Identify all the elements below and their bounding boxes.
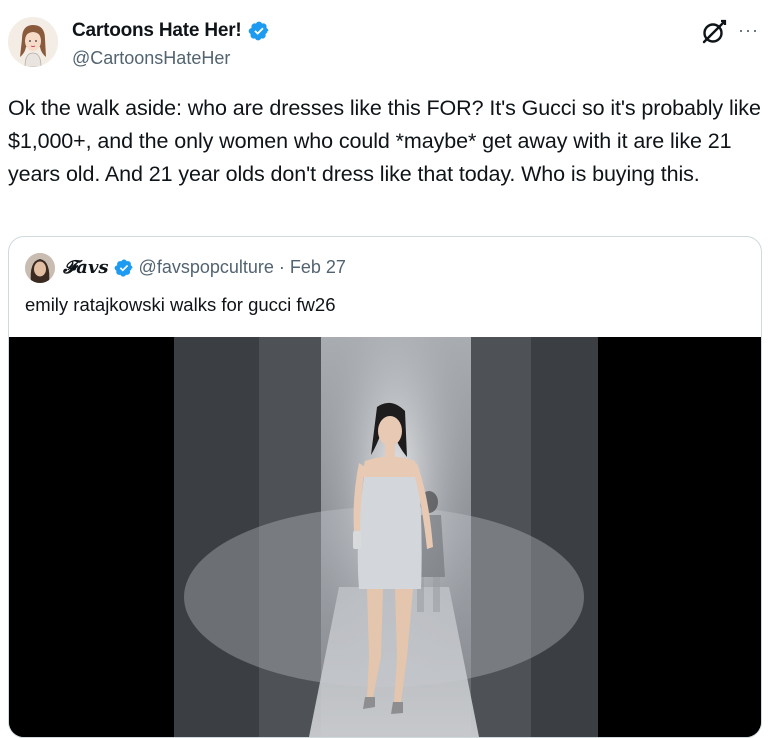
author-avatar[interactable] bbox=[8, 17, 58, 67]
quote-verified-badge-icon bbox=[114, 258, 133, 277]
author-display-name[interactable]: Cartoons Hate Her! bbox=[72, 20, 242, 42]
quote-display-name[interactable]: 𝓕avs bbox=[63, 257, 109, 278]
quote-author-avatar[interactable] bbox=[25, 253, 55, 283]
author-handle[interactable]: @CartoonsHateHer bbox=[72, 48, 230, 69]
tweet-text: Ok the walk aside: who are dresses like … bbox=[8, 96, 761, 186]
quoted-tweet-card[interactable]: 𝓕avs @favspopculture · Feb 27 emily rata… bbox=[8, 236, 762, 738]
quote-avatar-photo bbox=[25, 253, 55, 283]
quote-header: 𝓕avs @favspopculture · Feb 27 bbox=[63, 257, 346, 278]
quote-date[interactable]: Feb 27 bbox=[290, 257, 346, 278]
verified-badge-icon bbox=[248, 21, 268, 41]
quote-separator: · bbox=[278, 257, 285, 277]
quote-video[interactable] bbox=[9, 337, 761, 737]
avatar-illustration bbox=[8, 17, 58, 67]
quote-handle[interactable]: @favspopculture bbox=[139, 257, 274, 278]
grok-icon[interactable] bbox=[700, 18, 728, 46]
more-options-icon[interactable]: ··· bbox=[738, 20, 759, 41]
quote-text: emily ratajkowski walks for gucci fw26 bbox=[25, 294, 336, 315]
runway-video-frame bbox=[9, 337, 761, 737]
author-name-row: Cartoons Hate Her! bbox=[72, 20, 270, 42]
